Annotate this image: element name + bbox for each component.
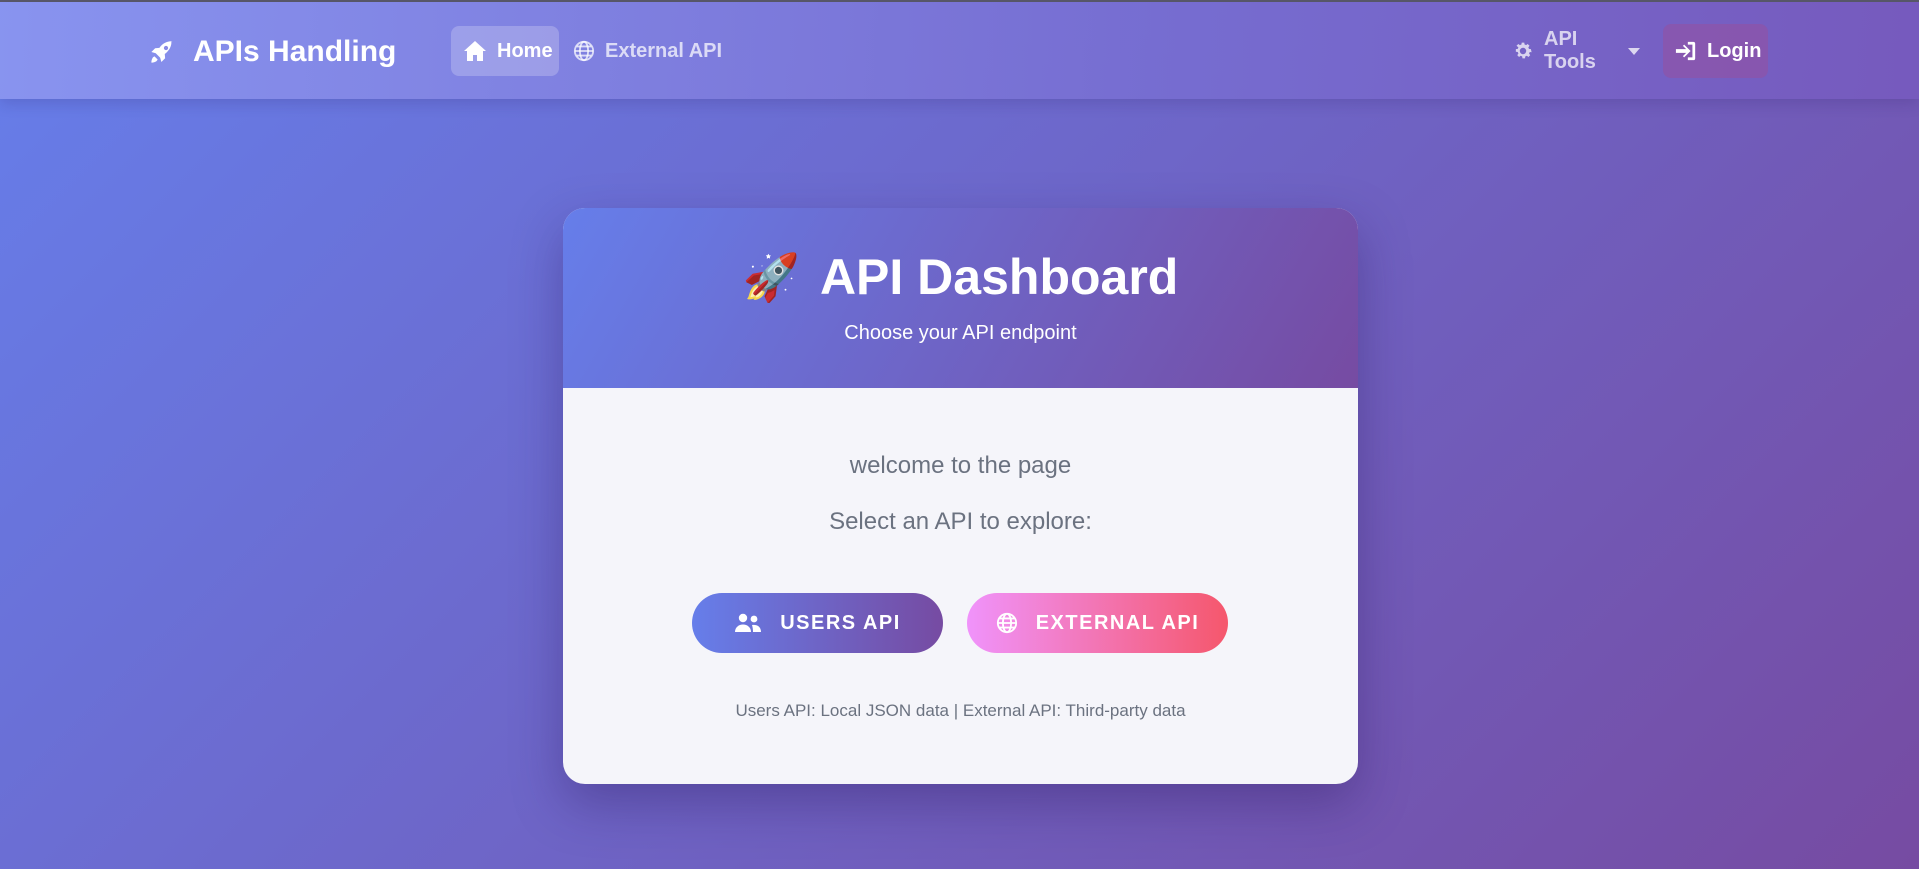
gear-icon (1512, 40, 1534, 62)
sign-in-icon (1675, 40, 1697, 62)
card-header: 🚀 API Dashboard Choose your API endpoint (563, 208, 1358, 388)
home-icon (463, 40, 487, 62)
api-description-note: Users API: Local JSON data | External AP… (735, 701, 1186, 720)
external-api-button[interactable]: EXTERNAL API (967, 593, 1228, 653)
nav-link-home[interactable]: Home (451, 26, 559, 76)
rocket-emoji-icon: 🚀 (742, 250, 800, 303)
api-dashboard-card: 🚀 API Dashboard Choose your API endpoint… (563, 208, 1358, 784)
select-api-prompt: Select an API to explore: (829, 508, 1092, 535)
login-label: Login (1707, 39, 1762, 62)
nav-link-home-label: Home (497, 39, 553, 62)
navbar: APIs Handling Home External API API Tool… (0, 2, 1919, 99)
users-api-button[interactable]: USERS API (692, 593, 943, 653)
page-title-text: API Dashboard (819, 249, 1179, 305)
brand-label: APIs Handling (193, 35, 397, 68)
users-api-label: USERS API (780, 611, 901, 634)
chevron-down-icon (1628, 47, 1640, 55)
globe-icon (573, 40, 595, 62)
login-button[interactable]: Login (1663, 24, 1768, 78)
nav-link-external-api[interactable]: External API (561, 26, 741, 76)
rocket-icon (147, 37, 177, 67)
welcome-text: welcome to the page (849, 452, 1072, 479)
globe-icon (996, 612, 1018, 634)
brand-link[interactable]: APIs Handling (147, 32, 396, 72)
page-title: 🚀 API Dashboard (563, 248, 1358, 306)
nav-link-external-api-label: External API (605, 39, 723, 62)
page-subtitle: Choose your API endpoint (844, 322, 1077, 344)
external-api-label: EXTERNAL API (1035, 611, 1200, 634)
api-tools-label: API Tools (1544, 28, 1596, 73)
api-tools-dropdown[interactable]: API Tools (1500, 26, 1652, 76)
users-icon (734, 613, 762, 633)
